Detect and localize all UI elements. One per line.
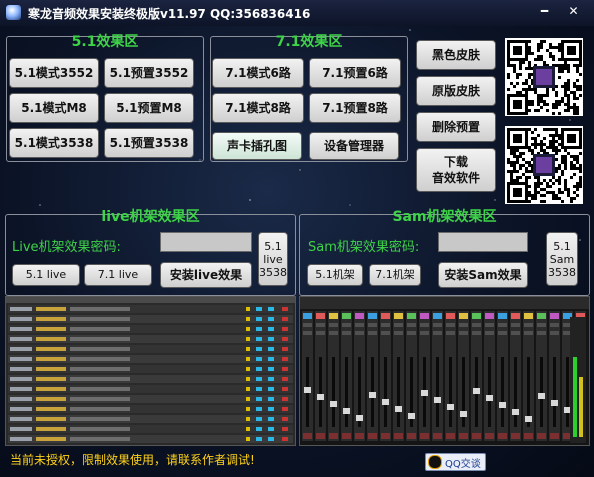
btn-51-preset-3552[interactable]: 5.1预置3552 <box>104 58 194 88</box>
btn-51-preset-3538[interactable]: 5.1预置3538 <box>104 128 194 158</box>
btn-51-sam-3538[interactable]: 5.1 Sam 3538 <box>546 232 578 286</box>
btn-71-sam[interactable]: 7.1机架 <box>369 264 421 286</box>
live-password-input[interactable] <box>160 232 252 252</box>
btn-51-live[interactable]: 5.1 live <box>12 264 80 286</box>
close-button[interactable]: ✕ <box>565 3 582 20</box>
qq-chat-label: QQ交谈 <box>445 458 481 470</box>
device-manager-button[interactable]: 设备管理器 <box>309 132 399 160</box>
app-icon <box>6 5 21 20</box>
status-message: 当前未授权，限制效果使用，请联系作者调试! <box>10 453 255 467</box>
sam-password-input[interactable] <box>438 232 528 252</box>
download-software-button[interactable]: 下载 音效软件 <box>416 148 496 192</box>
qq-chat-button[interactable]: QQ交谈 <box>425 453 486 471</box>
qq-penguin-icon <box>428 455 442 469</box>
btn-51-live-3538[interactable]: 5.1 live 3538 <box>258 232 288 286</box>
delete-preset-button[interactable]: 删除预置 <box>416 112 496 142</box>
btn-71-preset-8[interactable]: 7.1预置8路 <box>309 93 401 123</box>
original-skin-button[interactable]: 原版皮肤 <box>416 76 496 106</box>
title-bar: 寒龙音频效果安装终极版v11.97 QQ:356836416 ━ ✕ <box>0 0 594 26</box>
panel-71-title: 7.1效果区 <box>275 34 343 50</box>
main-window: 寒龙音频效果安装终极版v11.97 QQ:356836416 ━ ✕ 5.1效果… <box>0 0 594 477</box>
qr-code-icon <box>505 126 583 204</box>
btn-51-sam[interactable]: 5.1机架 <box>307 264 363 286</box>
install-sam-button[interactable]: 安装Sam效果 <box>438 262 528 288</box>
sam-mixer-preview <box>299 296 590 446</box>
btn-71-mode-8[interactable]: 7.1模式8路 <box>212 93 304 123</box>
btn-51-mode-m8[interactable]: 5.1模式M8 <box>9 93 99 123</box>
window-title: 寒龙音频效果安装终极版v11.97 QQ:356836416 <box>28 7 311 21</box>
btn-71-preset-6[interactable]: 7.1预置6路 <box>309 58 401 88</box>
sound-card-jack-button[interactable]: 声卡插孔图 <box>212 132 302 160</box>
live-password-label: Live机架效果密码: <box>12 240 121 255</box>
sam-password-label: Sam机架效果密码: <box>308 240 420 255</box>
black-skin-button[interactable]: 黑色皮肤 <box>416 40 496 70</box>
install-live-button[interactable]: 安装live效果 <box>160 262 252 288</box>
btn-71-live[interactable]: 7.1 live <box>84 264 152 286</box>
live-rack-preview <box>5 296 296 446</box>
qr-code-icon <box>505 38 583 116</box>
panel-51-title: 5.1效果区 <box>71 34 139 50</box>
btn-51-mode-3538[interactable]: 5.1模式3538 <box>9 128 99 158</box>
btn-51-mode-3552[interactable]: 5.1模式3552 <box>9 58 99 88</box>
panel-sam-title: Sam机架效果区 <box>392 209 497 225</box>
btn-71-mode-6[interactable]: 7.1模式6路 <box>212 58 304 88</box>
panel-live-title: live机架效果区 <box>101 209 200 225</box>
minimize-button[interactable]: ━ <box>536 3 553 20</box>
btn-51-preset-m8[interactable]: 5.1预置M8 <box>104 93 194 123</box>
